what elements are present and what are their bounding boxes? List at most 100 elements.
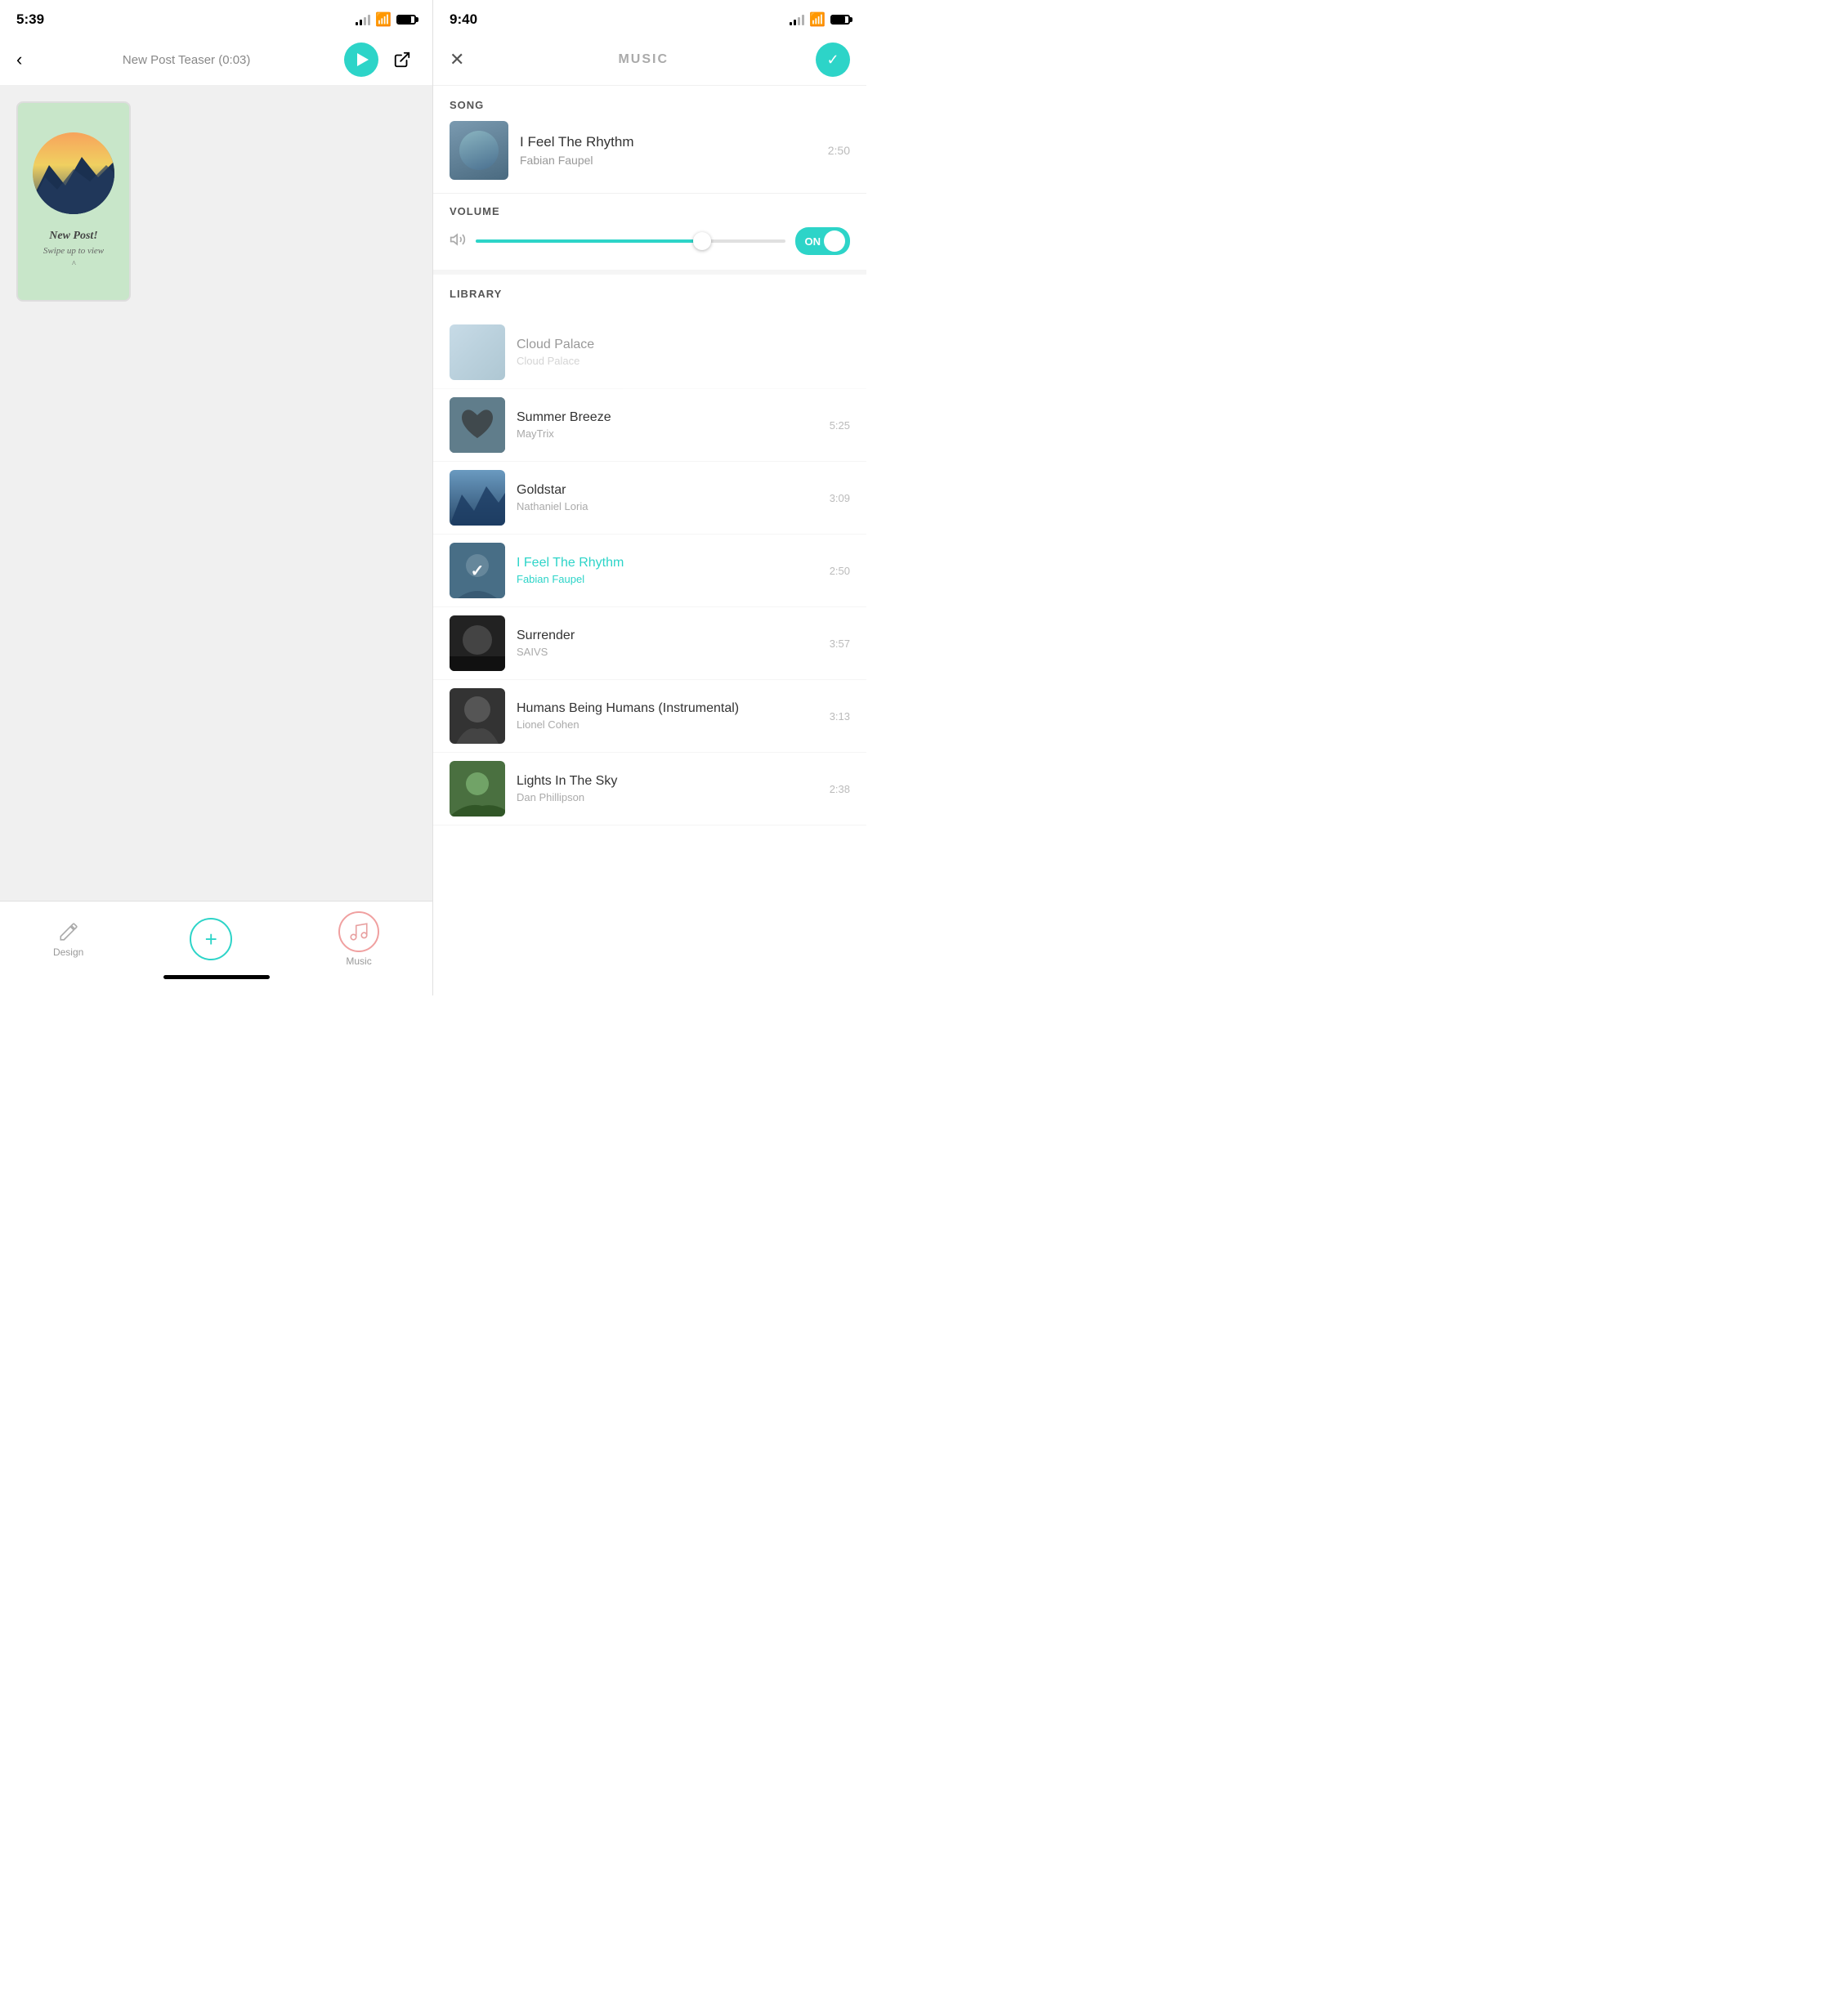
volume-fill xyxy=(476,239,708,243)
lib-artist: Cloud Palace xyxy=(517,355,839,367)
volume-section: VOLUME ON xyxy=(433,194,866,275)
lib-info: Humans Being Humans (Instrumental) Lione… xyxy=(517,701,818,731)
lib-duration: 3:09 xyxy=(830,492,850,504)
lib-thumbnail xyxy=(450,470,505,526)
music-header: ✕ MUSIC ✓ xyxy=(433,34,866,86)
signal-icon xyxy=(356,14,370,25)
volume-row: ON xyxy=(450,227,850,255)
volume-section-label: VOLUME xyxy=(450,205,850,217)
song-artist: Fabian Faupel xyxy=(520,154,817,167)
lib-thumbnail xyxy=(450,761,505,817)
left-panel: 5:39 📶 ‹ New Post Teaser (0:03) xyxy=(0,0,433,996)
left-status-bar: 5:39 📶 xyxy=(0,0,432,34)
song-thumb-image xyxy=(450,121,508,180)
right-status-bar: 9:40 📶 xyxy=(433,0,866,34)
plus-icon: + xyxy=(205,928,217,950)
lib-name: Cloud Palace xyxy=(517,338,839,352)
selected-check-icon: ✓ xyxy=(471,561,485,581)
confirm-button[interactable]: ✓ xyxy=(816,43,850,77)
left-top-bar: ‹ New Post Teaser (0:03) xyxy=(0,34,432,85)
preview-text: New Post! Swipe up to view ^ xyxy=(43,227,104,271)
list-item[interactable]: Cloud Palace Cloud Palace xyxy=(433,316,866,389)
preview-circle-image xyxy=(33,132,114,214)
lib-thumbnail xyxy=(450,324,505,380)
right-panel: 9:40 📶 ✕ MUSIC ✓ SONG xyxy=(433,0,866,996)
lib-duration: 3:13 xyxy=(830,710,850,723)
list-item[interactable]: Summer Breeze MayTrix 5:25 xyxy=(433,389,866,462)
lib-name: Summer Breeze xyxy=(517,410,818,425)
left-status-time: 5:39 xyxy=(16,11,44,28)
bottom-nav: Design + Music xyxy=(0,901,432,996)
lib-duration: 3:57 xyxy=(830,638,850,650)
volume-slider[interactable] xyxy=(476,239,785,243)
lib-info: Cloud Palace Cloud Palace xyxy=(517,338,839,367)
lib-thumbnail xyxy=(450,615,505,671)
lib-thumbnail xyxy=(450,688,505,744)
volume-toggle[interactable]: ON xyxy=(795,227,851,255)
preview-card: New Post! Swipe up to view ^ xyxy=(16,101,131,302)
lib-artist: Dan Phillipson xyxy=(517,791,818,803)
add-button[interactable]: + xyxy=(190,918,232,960)
battery-icon xyxy=(396,15,416,25)
music-label: Music xyxy=(346,955,371,967)
lib-thumbnail: ✓ xyxy=(450,543,505,598)
nav-design[interactable]: Design xyxy=(53,920,83,958)
volume-thumb xyxy=(693,232,711,250)
left-status-icons: 📶 xyxy=(356,11,416,28)
lib-thumbnail xyxy=(450,397,505,453)
selected-overlay: ✓ xyxy=(450,543,505,598)
song-duration: 2:50 xyxy=(828,144,850,157)
lib-artist: MayTrix xyxy=(517,427,818,440)
volume-icon xyxy=(450,231,466,252)
lib-name: I Feel The Rhythm xyxy=(517,556,818,570)
song-thumbnail xyxy=(450,121,508,180)
share-button[interactable] xyxy=(388,46,416,74)
right-battery-icon xyxy=(830,15,850,25)
lib-duration: 2:50 xyxy=(830,565,850,577)
lib-name: Lights In The Sky xyxy=(517,774,818,789)
library-section: LIBRARY Cloud Palace Cloud Palace Summer… xyxy=(433,275,866,996)
music-circle xyxy=(338,911,379,952)
right-signal-icon xyxy=(790,14,804,25)
music-panel-title: MUSIC xyxy=(471,52,816,67)
toggle-knob xyxy=(824,230,845,252)
right-status-icons: 📶 xyxy=(790,11,850,28)
lib-artist: SAIVS xyxy=(517,646,818,658)
lib-name: Goldstar xyxy=(517,483,818,498)
lib-duration: 2:38 xyxy=(830,783,850,795)
song-section: SONG I Feel The Rhythm Fabian Faupel 2:5… xyxy=(433,86,866,194)
list-item[interactable]: ✓ I Feel The Rhythm Fabian Faupel 2:50 xyxy=(433,535,866,607)
wifi-icon: 📶 xyxy=(375,11,392,28)
current-song-row[interactable]: I Feel The Rhythm Fabian Faupel 2:50 xyxy=(450,121,850,180)
lib-info: Goldstar Nathaniel Loria xyxy=(517,483,818,512)
home-indicator xyxy=(163,975,270,979)
play-button[interactable] xyxy=(344,43,378,77)
lib-info: Lights In The Sky Dan Phillipson xyxy=(517,774,818,803)
close-button[interactable]: ✕ xyxy=(450,46,471,74)
person-avatar xyxy=(459,131,499,170)
preview-title: New Post Teaser (0:03) xyxy=(29,53,344,67)
right-status-time: 9:40 xyxy=(450,11,477,28)
preview-area: New Post! Swipe up to view ^ xyxy=(0,85,432,901)
back-button[interactable]: ‹ xyxy=(16,46,29,74)
song-section-label: SONG xyxy=(450,99,850,111)
library-label: LIBRARY xyxy=(450,288,850,300)
list-item[interactable]: Goldstar Nathaniel Loria 3:09 xyxy=(433,462,866,535)
list-item[interactable]: Lights In The Sky Dan Phillipson 2:38 xyxy=(433,753,866,825)
lib-name: Humans Being Humans (Instrumental) xyxy=(517,701,818,716)
nav-music[interactable]: Music xyxy=(338,911,379,967)
design-label: Design xyxy=(53,946,83,958)
toggle-label: ON xyxy=(805,235,821,248)
list-item[interactable]: Surrender SAIVS 3:57 xyxy=(433,607,866,680)
lib-artist: Lionel Cohen xyxy=(517,718,818,731)
right-wifi-icon: 📶 xyxy=(809,11,826,28)
list-item[interactable]: Humans Being Humans (Instrumental) Lione… xyxy=(433,680,866,753)
design-icon xyxy=(57,920,80,943)
song-info: I Feel The Rhythm Fabian Faupel xyxy=(520,134,817,167)
lib-info: Summer Breeze MayTrix xyxy=(517,410,818,440)
lib-artist: Fabian Faupel xyxy=(517,573,818,585)
song-name: I Feel The Rhythm xyxy=(520,134,817,150)
check-icon: ✓ xyxy=(826,51,839,69)
lib-duration: 5:25 xyxy=(830,419,850,432)
library-header: LIBRARY xyxy=(433,275,866,316)
